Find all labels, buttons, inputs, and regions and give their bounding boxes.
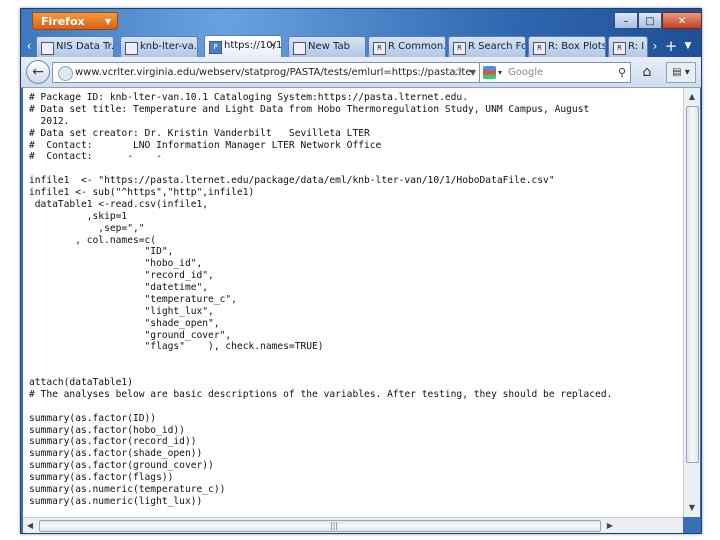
scroll-left-icon[interactable]: ◀ <box>23 518 37 533</box>
page-content: # Package ID: knb-lter-van.10.1 Catalogi… <box>23 88 683 517</box>
tab-r-common[interactable]: R R Common... <box>368 36 446 57</box>
tab-r-search[interactable]: R R Search Fo... <box>448 36 526 57</box>
tab-label: R: Box Plots <box>548 41 606 52</box>
chevron-down-icon: ▼ <box>104 17 111 26</box>
page-favicon-icon: P <box>209 41 222 54</box>
code-line: summary(as.factor(record_id)) <box>29 436 197 448</box>
code-line: "ID", <box>29 246 174 258</box>
code-line: "light_lux", <box>29 305 214 317</box>
firefox-menu-label: Firefox <box>41 15 85 28</box>
code-line: 2012. <box>29 115 70 127</box>
code-line: dataTable1 <-read.csv(infile1, <box>29 198 209 210</box>
tab-strip: ‹ NIS Data Tr... knb-lter-va... P https:… <box>21 33 701 57</box>
page-favicon-icon <box>41 42 54 55</box>
tab-scroll-right-icon[interactable]: › <box>649 37 661 55</box>
page-favicon-icon <box>125 42 138 55</box>
tab-nis-data[interactable]: NIS Data Tr... <box>36 36 114 57</box>
code-line: # Data set creator: Dr. Kristin Vanderbi… <box>29 127 370 139</box>
horizontal-scrollbar[interactable]: ◀ ||| ▶ <box>23 517 683 533</box>
r-script-text: # Package ID: knb-lter-van.10.1 Catalogi… <box>23 88 683 508</box>
tab-label: R: I <box>628 41 645 52</box>
code-line: "hobo_id", <box>29 258 203 270</box>
site-identity-icon[interactable] <box>58 66 73 81</box>
tab-label: R Common... <box>388 41 445 52</box>
code-line: summary(as.factor(shade_open)) <box>29 448 203 460</box>
tab-label: R Search Fo... <box>468 41 526 52</box>
code-line: infile1 <- sub("^https","http",infile1) <box>29 187 255 198</box>
tab-label: NIS Data Tr... <box>56 41 114 52</box>
page-favicon-icon <box>293 42 306 55</box>
back-arrow-icon: ← <box>32 64 44 80</box>
slide-background: Firefox ▼ – □ ✕ ‹ NIS Data Tr... knb-lte… <box>0 0 720 540</box>
code-line: summary(as.factor(ground_cover)) <box>29 460 214 472</box>
code-line: "ground_cover", <box>29 329 232 341</box>
maximize-button[interactable]: □ <box>638 12 662 29</box>
home-button[interactable]: ⌂ <box>636 62 658 83</box>
tab-r-i[interactable]: R R: I <box>608 36 648 57</box>
navigation-toolbar: ← www.vcrlter.virginia.edu/webserv/statp… <box>21 57 701 88</box>
scroll-right-icon[interactable]: ▶ <box>603 518 617 533</box>
bookmarks-menu-button[interactable]: ▤ ▾ <box>666 62 696 83</box>
code-line: summary(as.factor(hobo_id)) <box>29 424 185 436</box>
code-line: ,skip=1 <box>29 210 128 222</box>
page-favicon-icon: R <box>373 42 386 55</box>
tab-label: New Tab <box>308 41 350 52</box>
tab-knb-lter[interactable]: knb-lter-va... <box>120 36 198 57</box>
url-bar[interactable]: www.vcrlter.virginia.edu/webserv/statpro… <box>52 62 500 83</box>
vertical-scrollbar[interactable]: ▲ ▼ <box>683 88 700 517</box>
code-line: # The analyses below are basic descripti… <box>29 388 613 400</box>
search-engine-dropdown-icon[interactable]: ▾ <box>498 63 502 82</box>
scroll-down-icon[interactable]: ▼ <box>685 501 699 515</box>
browser-window: Firefox ▼ – □ ✕ ‹ NIS Data Tr... knb-lte… <box>20 8 702 534</box>
code-line: summary(as.factor(ID)) <box>29 412 157 424</box>
tab-scroll-left-icon[interactable]: ‹ <box>23 37 35 55</box>
code-line: summary(as.numeric(light_lux)) <box>29 495 203 507</box>
code-line: , col.names=c( <box>29 234 157 246</box>
code-line: # Contact: LNO Information Manager LTER … <box>29 139 382 151</box>
vertical-scroll-thumb[interactable] <box>686 106 699 463</box>
code-line: "flags" ), check.names=TRUE) <box>29 341 324 353</box>
tab-new-tab[interactable]: New Tab <box>288 36 366 57</box>
tab-label: knb-lter-va... <box>140 41 198 52</box>
back-button[interactable]: ← <box>26 60 50 84</box>
bookmark-star-icon[interactable]: ☆ <box>452 63 463 82</box>
close-window-button[interactable]: ✕ <box>662 12 701 29</box>
tab-r-box-plots[interactable]: R R: Box Plots <box>528 36 606 57</box>
google-logo-icon <box>483 66 496 79</box>
close-tab-icon[interactable]: × <box>269 36 277 56</box>
search-placeholder: Google <box>508 67 544 78</box>
scroll-up-icon[interactable]: ▲ <box>685 90 699 104</box>
code-line: summary(as.factor(flags)) <box>29 472 174 483</box>
search-box[interactable]: ▾ Google ⚲ <box>479 62 631 83</box>
page-favicon-icon: R <box>533 42 546 55</box>
code-line: "shade_open", <box>29 317 220 329</box>
new-tab-button[interactable]: + <box>662 37 680 56</box>
list-all-tabs-icon[interactable]: ▼ <box>682 37 694 55</box>
code-line: "datetime", <box>29 282 209 293</box>
search-icon[interactable]: ⚲ <box>618 63 626 82</box>
code-line: attach(dataTable1) <box>29 377 133 388</box>
code-line: infile1 <- "https://pasta.lternet.edu/pa… <box>29 175 555 187</box>
code-line: summary(as.numeric(temperature_c)) <box>29 483 226 495</box>
history-dropdown-icon[interactable]: ▼ <box>470 63 476 82</box>
code-line: # Contact: - - <box>29 151 162 163</box>
horizontal-scroll-thumb[interactable]: ||| <box>39 520 601 532</box>
page-favicon-icon: R <box>613 42 626 55</box>
page-favicon-icon: R <box>453 42 466 55</box>
code-line: # Package ID: knb-lter-van.10.1 Catalogi… <box>29 92 468 103</box>
code-line: ,sep="," <box>29 222 145 234</box>
code-line: "temperature_c", <box>29 293 237 305</box>
url-text: www.vcrlter.virginia.edu/webserv/statpro… <box>75 67 472 78</box>
code-line: "record_id", <box>29 270 214 282</box>
tab-pasta-active[interactable]: P https://10/1 × <box>204 35 282 57</box>
firefox-menu-button[interactable]: Firefox ▼ <box>32 12 118 30</box>
code-line: # Data set title: Temperature and Light … <box>29 103 590 115</box>
scroll-grip-icon: ||| <box>330 521 339 530</box>
minimize-button[interactable]: – <box>614 12 638 29</box>
